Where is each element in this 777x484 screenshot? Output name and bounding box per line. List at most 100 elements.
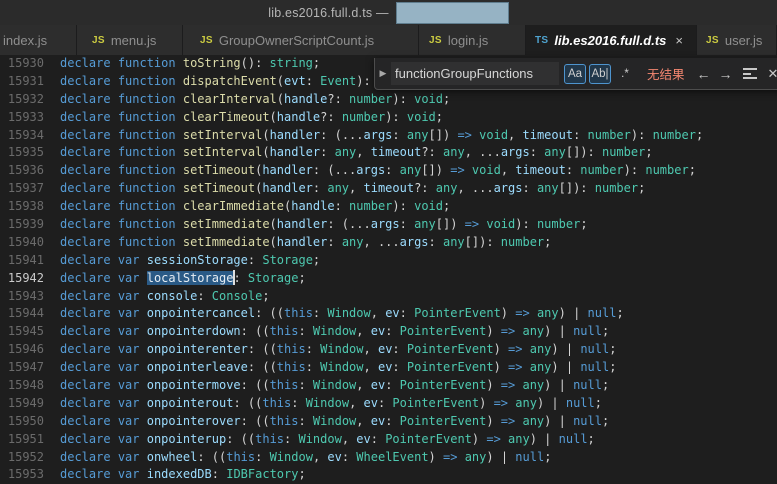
code-line[interactable]: 15952 declare var onwheel: ((this: Windo… — [0, 449, 777, 467]
file-type-icon: JS — [429, 34, 442, 46]
tab-menu.js[interactable]: JS menu.js — [77, 25, 183, 55]
line-code: declare var localStorage: Storage; — [60, 269, 306, 285]
line-number: 15933 — [7, 109, 44, 124]
code-line[interactable]: 15944 declare var onpointercancel: ((thi… — [0, 305, 777, 323]
whole-word-label: Ab| — [591, 67, 609, 80]
line-number: 15932 — [7, 91, 44, 106]
line-code: declare var onpointerup: ((this: Window,… — [60, 431, 595, 446]
line-number: 15950 — [7, 413, 44, 428]
line-number: 15944 — [7, 306, 44, 321]
file-type-icon: JS — [200, 34, 213, 46]
code-line[interactable]: 15942 declare var localStorage: Storage; — [0, 269, 777, 288]
tab-label: menu.js — [110, 32, 157, 48]
line-number: 15953 — [7, 467, 44, 482]
find-input[interactable] — [391, 62, 559, 85]
code-line[interactable]: 15949 declare var onpointerout: ((this: … — [0, 395, 777, 413]
line-code: declare function setTimeout(handler: any… — [60, 181, 646, 196]
tab-label: login.js — [447, 32, 489, 48]
vscode-window: lib.es2016.full.d.ts — index.js JS menu.… — [0, 0, 777, 484]
window-title: lib.es2016.full.d.ts — — [268, 5, 389, 20]
line-code: declare var onpointerover: ((this: Windo… — [60, 413, 610, 428]
find-widget: ▶ Aa Ab| .* 无结果 ← → ✕ — [374, 58, 777, 90]
line-code: declare function setInterval(handler: (.… — [60, 127, 704, 142]
tab-label: user.js — [724, 32, 763, 48]
tab-bar: index.js JS menu.js JS GroupOwnerScriptC… — [0, 25, 777, 55]
file-type-icon: JS — [92, 34, 105, 46]
line-number: 15942 — [7, 270, 44, 285]
code-line[interactable]: 15939 declare function setImmediate(hand… — [0, 216, 777, 234]
line-code: declare function setImmediate(handler: a… — [60, 234, 552, 249]
code-line[interactable]: 15950 declare var onpointerover: ((this:… — [0, 413, 777, 431]
find-in-selection-icon[interactable] — [742, 68, 758, 79]
code-line[interactable]: 15934 declare function setInterval(handl… — [0, 127, 777, 145]
code-line[interactable]: 15932 declare function clearInterval(han… — [0, 91, 777, 109]
code-line[interactable]: 15938 declare function clearImmediate(ha… — [0, 198, 777, 216]
line-number: 15941 — [7, 252, 44, 267]
code-line[interactable]: 15951 declare var onpointerup: ((this: W… — [0, 431, 777, 449]
code-line[interactable]: 15953 declare var indexedDB: IDBFactory; — [0, 466, 777, 484]
line-number: 15939 — [7, 217, 44, 232]
editor: 15930 declare function toString(): strin… — [0, 55, 777, 484]
line-number: 15945 — [7, 324, 44, 339]
line-code: declare var sessionStorage: Storage; — [60, 252, 321, 267]
code-line[interactable]: 15940 declare function setImmediate(hand… — [0, 234, 777, 252]
line-number: 15949 — [7, 395, 44, 410]
line-number: 15935 — [7, 145, 44, 160]
code-line[interactable]: 15947 declare var onpointerleave: ((this… — [0, 359, 777, 377]
line-number: 15936 — [7, 163, 44, 178]
tab-GroupOwnerScriptCount.js[interactable]: JS GroupOwnerScriptCount.js — [183, 25, 419, 55]
line-number: 15937 — [7, 181, 44, 196]
line-code: declare var onpointermove: ((this: Windo… — [60, 378, 610, 393]
code-line[interactable]: 15948 declare var onpointermove: ((this:… — [0, 377, 777, 395]
code-area: 15930 declare function toString(): strin… — [0, 55, 777, 484]
line-code: declare var console: Console; — [60, 288, 270, 303]
line-number: 15952 — [7, 449, 44, 464]
line-code: declare var indexedDB: IDBFactory; — [60, 467, 306, 482]
line-code: declare function setImmediate(handler: (… — [60, 217, 588, 232]
title-bar: lib.es2016.full.d.ts — — [0, 0, 777, 25]
tab-label: lib.es2016.full.d.ts — [554, 32, 667, 48]
line-number: 15943 — [7, 288, 44, 303]
code-line[interactable]: 15946 declare var onpointerenter: ((this… — [0, 341, 777, 359]
code-line[interactable]: 15933 declare function clearTimeout(hand… — [0, 109, 777, 127]
line-code: declare var onpointerdown: ((this: Windo… — [60, 324, 610, 339]
tab-login.js[interactable]: JS login.js — [419, 25, 526, 55]
code-line[interactable]: 15935 declare function setInterval(handl… — [0, 144, 777, 162]
redacted-title-block — [395, 2, 509, 24]
line-number: 15947 — [7, 360, 44, 375]
line-number: 15938 — [7, 199, 44, 214]
code-line[interactable]: 15943 declare var console: Console; — [0, 288, 777, 306]
previous-match-button[interactable]: ← — [697, 66, 711, 82]
tab-label: index.js — [3, 32, 48, 48]
tab-close-icon[interactable]: × — [672, 33, 686, 48]
line-code: declare function toString(): string; — [60, 56, 321, 70]
regex-button[interactable]: .* — [614, 64, 636, 84]
line-number: 15951 — [7, 431, 44, 446]
tab-label: GroupOwnerScriptCount.js — [218, 32, 375, 48]
line-code: declare function setInterval(handler: an… — [60, 145, 653, 160]
code-line[interactable]: 15941 declare var sessionStorage: Storag… — [0, 252, 777, 270]
tab-user.js[interactable]: JS user.js — [697, 25, 777, 55]
code-line[interactable]: 15936 declare function setTimeout(handle… — [0, 162, 777, 180]
line-code: declare var onpointerout: ((this: Window… — [60, 395, 602, 410]
tab-index.js[interactable]: index.js — [0, 25, 77, 55]
next-match-button[interactable]: → — [719, 66, 733, 82]
find-close-icon[interactable]: ✕ — [768, 66, 777, 82]
code-line[interactable]: 15945 declare var onpointerdown: ((this:… — [0, 323, 777, 341]
line-number: 15930 — [7, 56, 44, 70]
line-code: declare function clearImmediate(handle: … — [60, 199, 451, 214]
line-code: declare function setTimeout(handler: (..… — [60, 163, 696, 178]
file-type-icon: TS — [535, 34, 549, 46]
line-code: declare var onpointerenter: ((this: Wind… — [60, 342, 617, 357]
line-code: declare function clearInterval(handle?: … — [60, 91, 451, 106]
toggle-replace-icon[interactable]: ▶ — [375, 68, 391, 79]
whole-word-button[interactable]: Ab| — [589, 63, 611, 84]
code-line[interactable]: 15937 declare function setTimeout(handle… — [0, 180, 777, 198]
regex-label: .* — [621, 67, 629, 80]
match-case-button[interactable]: Aa — [564, 63, 586, 84]
tab-lib.es2016.full.d.ts[interactable]: TS lib.es2016.full.d.ts × — [526, 25, 697, 55]
match-case-label: Aa — [567, 67, 583, 80]
line-code: declare function clearTimeout(handle?: n… — [60, 109, 444, 124]
line-number: 15931 — [7, 73, 44, 88]
file-type-icon: JS — [706, 34, 719, 46]
